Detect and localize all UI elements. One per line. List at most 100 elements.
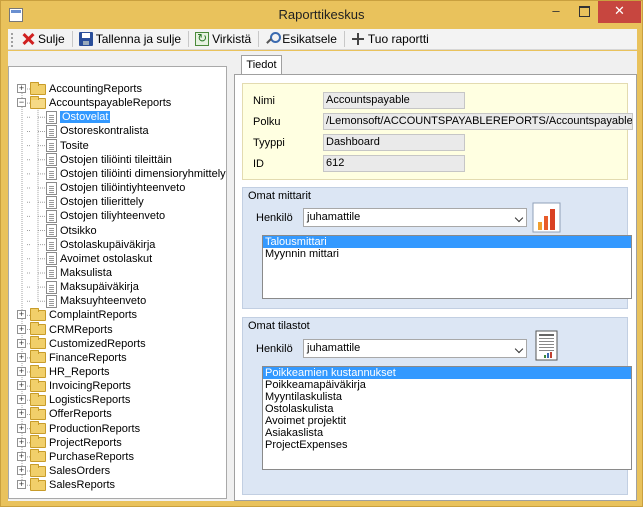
document-icon (46, 167, 57, 181)
expand-icon[interactable]: + (17, 409, 26, 419)
tree-report-item[interactable]: Ostojen tiliöintiyhteenveto (46, 181, 185, 195)
save-and-close-button[interactable]: Tallenna ja sulje (76, 30, 184, 49)
collapse-icon[interactable]: − (17, 98, 26, 108)
tree-report-item[interactable]: Ostoreskontralista (46, 124, 149, 138)
tree-item-label: SalesOrders (49, 465, 111, 478)
meters-list[interactable]: Talousmittari Myynnin mittari (262, 235, 632, 299)
toolbar-separator (343, 31, 345, 47)
tree-folder[interactable]: + ComplaintReports (9, 307, 137, 322)
expand-icon[interactable]: + (17, 451, 26, 461)
tree-report-item[interactable]: Ostojen tiliöinti dimensioryhmittely (46, 167, 226, 181)
folder-icon (30, 336, 46, 350)
minimize-button[interactable]: – (542, 1, 570, 23)
stats-person-value: juhamattile (307, 342, 361, 354)
tree-folder[interactable]: + SalesReports (9, 477, 116, 492)
expand-icon[interactable]: + (17, 367, 26, 376)
expand-icon[interactable]: + (17, 324, 26, 334)
bar-chart-icon[interactable] (532, 202, 562, 234)
document-icon (46, 252, 57, 266)
tree-folder[interactable]: + LogisticsReports (9, 392, 130, 407)
expand-icon[interactable]: + (17, 466, 26, 476)
import-report-button[interactable]: Tuo raportti (348, 30, 432, 49)
report-tree[interactable]: + AccountingReports − AccountspayableReport… (8, 66, 227, 499)
refresh-button[interactable]: Virkistä (192, 30, 254, 49)
tab-details[interactable]: Tiedot (241, 55, 282, 75)
list-item[interactable]: Poikkeamapäiväkirja (263, 379, 631, 391)
tree-item-label: Otsikko (60, 224, 97, 237)
tree-folder[interactable]: + FinanceReports (9, 350, 127, 365)
list-item[interactable]: Ostolaskulista (263, 403, 631, 415)
stats-person-select[interactable]: juhamattile (303, 339, 527, 358)
meters-person-value: juhamattile (307, 211, 361, 223)
expand-icon[interactable]: + (17, 310, 26, 320)
meters-person-label: Henkilö (256, 212, 293, 224)
document-icon (46, 181, 57, 195)
folder-icon (30, 322, 46, 336)
expand-icon[interactable]: + (17, 84, 26, 93)
path-value: /Lemonsoft/ACCOUNTSPAYABLEREPORTS/Accoun… (323, 113, 633, 130)
expand-icon[interactable]: + (17, 381, 26, 391)
document-icon (46, 139, 57, 153)
close-button[interactable]: Sulje (18, 30, 68, 49)
tree-folder[interactable]: + CRMReports (9, 322, 113, 337)
tree-report-item[interactable]: Maksuyhteenveto (46, 294, 146, 308)
magnifier-icon (265, 32, 282, 46)
tree-folder[interactable]: + PurchaseReports (9, 449, 134, 464)
expand-icon[interactable]: + (17, 423, 26, 433)
tree-report-item[interactable]: Tosite (46, 139, 89, 153)
tree-folder[interactable]: + CustomizedReports (9, 336, 146, 351)
my-statistics-group: Omat tilastot Henkilö juhamattile Poikke… (242, 317, 632, 495)
tree-report-item[interactable]: Maksupäiväkirja (46, 280, 139, 294)
tree-folder[interactable]: + OfferReports (9, 406, 112, 421)
tree-item-label: AccountingReports (49, 83, 142, 95)
tree-item-label: Ostojen tiliöinti tileittäin (60, 153, 172, 166)
list-item[interactable]: Avoimet projektit (263, 415, 631, 427)
close-window-button[interactable]: ✕ (598, 1, 641, 23)
document-icon (46, 224, 57, 237)
expand-icon[interactable]: + (17, 338, 26, 348)
document-icon (46, 195, 57, 209)
tree-folder[interactable]: + ProductionReports (9, 421, 140, 436)
tree-folder[interactable]: + InvoicingReports (9, 378, 131, 393)
expand-icon[interactable]: + (17, 437, 26, 447)
expand-icon[interactable]: + (17, 352, 26, 362)
tree-folder[interactable]: − AccountspayableReports (9, 95, 171, 110)
tree-report-item[interactable]: Avoimet ostolaskut (46, 252, 152, 266)
tree-folder[interactable]: + ProjectReports (9, 435, 122, 450)
list-item[interactable]: Poikkeamien kustannukset (263, 367, 631, 379)
maximize-button[interactable] (570, 1, 598, 23)
id-value: 612 (323, 155, 465, 172)
tree-report-item[interactable]: Ostovelat (46, 110, 111, 124)
tree-report-item[interactable]: Ostojen tiliöinti tileittäin (46, 153, 172, 167)
my-meters-title: Omat mittarit (248, 190, 311, 202)
folder-icon (30, 463, 46, 477)
list-item[interactable]: Myynnin mittari (263, 248, 631, 260)
meters-person-select[interactable]: juhamattile (303, 208, 527, 227)
tree-report-item[interactable]: Otsikko (46, 224, 97, 238)
tree-folder[interactable]: + SalesOrders (9, 463, 111, 478)
tree-folder[interactable]: + AccountingReports (9, 81, 142, 96)
expand-icon[interactable]: + (17, 395, 26, 405)
list-item[interactable]: ProjectExpenses (263, 439, 631, 451)
tree-report-item[interactable]: Ostojen tiliyhteenveto (46, 209, 165, 223)
report-document-icon[interactable] (535, 330, 559, 362)
tree-item-label: ProjectReports (49, 436, 122, 449)
refresh-label: Virkistä (212, 32, 252, 46)
floppy-disk-icon (78, 32, 93, 46)
tree-report-item[interactable]: Ostojen tilierittely (46, 195, 144, 209)
toolbar-grip[interactable] (10, 31, 14, 47)
tree-folder[interactable]: + HR_Reports (9, 364, 110, 379)
list-item[interactable]: Myyntilaskulista (263, 391, 631, 403)
preview-button[interactable]: Esikatsele (262, 30, 340, 49)
tree-item-label: OfferReports (49, 408, 112, 421)
expand-icon[interactable]: + (17, 480, 26, 490)
document-icon (46, 124, 57, 138)
folder-icon (30, 378, 46, 392)
list-item[interactable]: Talousmittari (263, 236, 631, 248)
save-and-close-label: Tallenna ja sulje (95, 32, 182, 46)
tree-item-label: SalesReports (49, 479, 116, 492)
tree-report-item[interactable]: Maksulista (46, 266, 112, 280)
list-item[interactable]: Asiakaslista (263, 427, 631, 439)
statistics-list[interactable]: Poikkeamien kustannukset Poikkeamapäiväki… (262, 366, 632, 470)
tree-report-item[interactable]: Ostolaskupäiväkirja (46, 238, 155, 252)
